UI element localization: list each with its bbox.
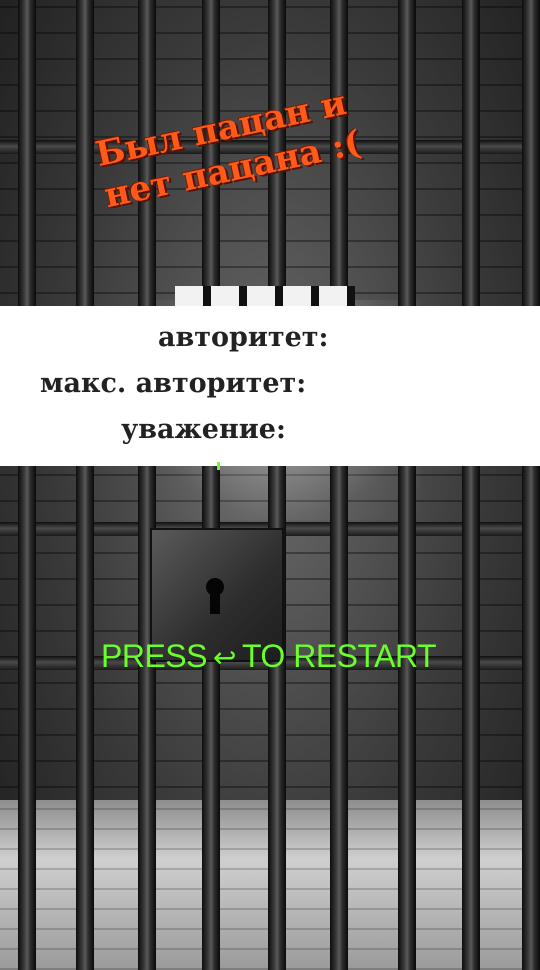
max-authority-label: макс. авторитет: bbox=[40, 368, 307, 399]
cursor-mark bbox=[217, 462, 220, 470]
restart-press-text: PRESS bbox=[101, 638, 207, 674]
cell-bar bbox=[462, 0, 480, 970]
keyhole-slot bbox=[210, 590, 220, 614]
authority-label: авторитет: bbox=[158, 322, 329, 353]
respect-label: уважение: bbox=[121, 414, 286, 445]
prison-cell-scene: Был пацан и нет пацана :( авторитет: мак… bbox=[0, 0, 540, 970]
restart-to-restart-text: TO RESTART bbox=[241, 638, 437, 674]
restart-prompt[interactable]: PRESS ↩ TO RESTART bbox=[101, 638, 437, 675]
cell-bar bbox=[18, 0, 36, 970]
cell-bar bbox=[76, 0, 94, 970]
tally-marks bbox=[175, 286, 355, 308]
return-arrow-icon: ↩ bbox=[212, 642, 236, 673]
cell-bar bbox=[522, 0, 540, 970]
